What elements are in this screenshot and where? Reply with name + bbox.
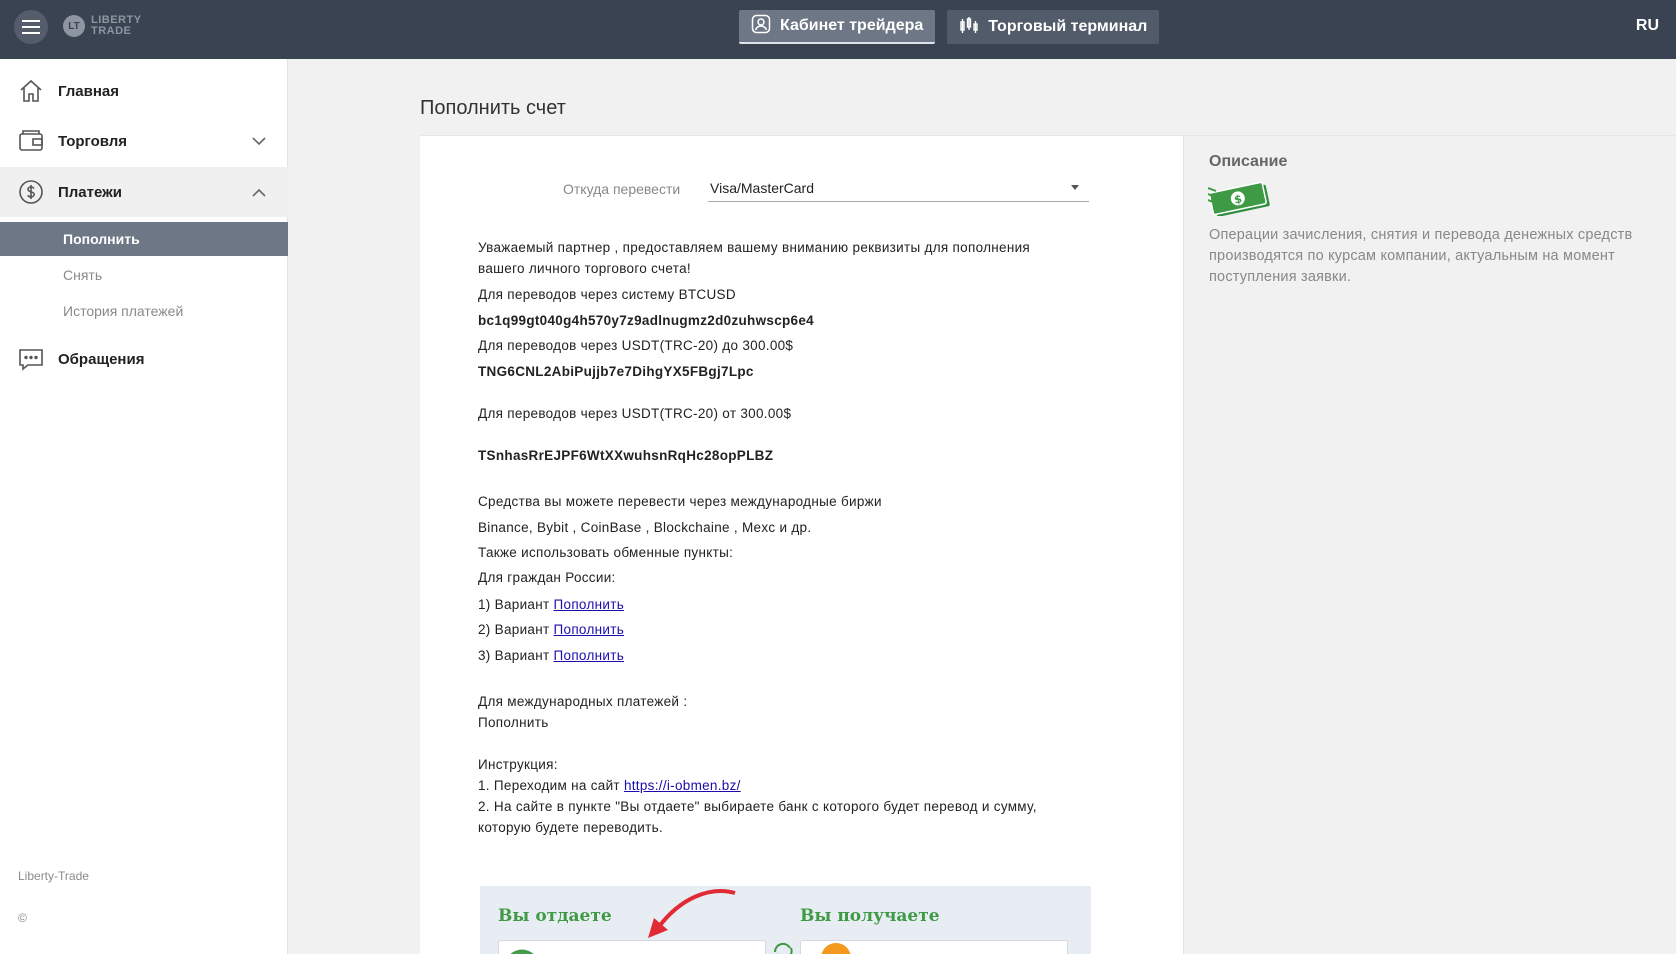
dollar-circle-icon bbox=[17, 178, 45, 206]
exchange-site-link[interactable]: https://i-obmen.bz/ bbox=[624, 778, 741, 793]
tab-trader-cabinet-label: Кабинет трейдера bbox=[780, 17, 924, 34]
chart-candles-icon bbox=[959, 15, 979, 40]
logo[interactable]: LT LIBERTY TRADE bbox=[63, 15, 142, 37]
intro-line-2: вашего личного торгового счета! bbox=[478, 261, 691, 276]
sidebar-subitem-deposit[interactable]: Пополнить bbox=[0, 222, 288, 256]
sidebar-item-label: Главная bbox=[58, 82, 120, 100]
instruction-step-1: 1. Переходим на сайт https://i-obmen.bz/ bbox=[478, 778, 741, 793]
usdt-large-address[interactable]: TSnhasRrEJPF6WtXXwuhsnRqHc28opPLBZ bbox=[478, 448, 773, 463]
deposit-card: Откуда перевести Visa/MasterCard Уважаем… bbox=[420, 135, 1183, 954]
exchangers-line: Также использовать обменные пункты: bbox=[478, 545, 734, 560]
bank-logo-icon bbox=[510, 949, 534, 954]
page-title: Пополнить счет bbox=[420, 97, 566, 119]
source-label: Откуда перевести bbox=[563, 181, 681, 197]
source-select[interactable]: Visa/MasterCard bbox=[708, 174, 1089, 202]
tab-trading-terminal[interactable]: Торговый терминал bbox=[947, 10, 1160, 44]
sidebar-item-label: Платежи bbox=[58, 183, 122, 201]
red-arrow-icon bbox=[648, 889, 736, 938]
caret-down-icon bbox=[1071, 185, 1079, 190]
get-field bbox=[800, 940, 1068, 954]
swap-icon bbox=[773, 942, 793, 954]
exchanges-line-1: Средства вы можете перевести через между… bbox=[478, 494, 882, 509]
give-label: Вы отдаете bbox=[498, 906, 612, 926]
description-panel: Описание $ Операции зачисления, снятия и… bbox=[1183, 135, 1676, 954]
instruction-step-2b: которую будете переводить. bbox=[478, 820, 664, 835]
sidebar-subitem-withdraw[interactable]: Снять bbox=[0, 258, 288, 292]
chat-icon bbox=[17, 345, 45, 373]
variant-3: 3) Вариант Пополнить bbox=[478, 648, 624, 663]
logo-mark: LT bbox=[63, 15, 85, 37]
variant-1: 1) Вариант Пополнить bbox=[478, 597, 624, 612]
variant-1-link[interactable]: Пополнить bbox=[554, 597, 625, 612]
footer-copyright: © bbox=[18, 911, 27, 925]
top-tabs: Кабинет трейдера Торговый терминал bbox=[739, 10, 1160, 44]
sidebar-item-home[interactable]: Главная bbox=[0, 66, 288, 116]
tab-trader-cabinet[interactable]: Кабинет трейдера bbox=[739, 10, 936, 44]
sidebar-item-payments[interactable]: Платежи bbox=[0, 167, 288, 217]
sidebar-item-trading[interactable]: Торговля bbox=[0, 116, 288, 166]
sidebar-item-label: Обращения bbox=[58, 350, 145, 368]
source-select-value: Visa/MasterCard bbox=[710, 179, 815, 196]
variant-3-label: 3) Вариант bbox=[478, 648, 554, 663]
usdt-large-label: Для переводов через USDT(TRC-20) от 300.… bbox=[478, 406, 792, 421]
intl-link[interactable]: Пополнить bbox=[478, 715, 549, 730]
home-icon bbox=[17, 77, 45, 105]
sidebar-subitem-history[interactable]: История платежей bbox=[0, 294, 288, 328]
intro-line-1: Уважаемый партнер , предоставляем вашему… bbox=[478, 240, 1031, 255]
variant-2-label: 2) Вариант bbox=[478, 622, 554, 637]
btc-label: Для переводов через систему BTCUSD bbox=[478, 287, 736, 302]
footer-brand: Liberty-Trade bbox=[18, 869, 89, 883]
usdt-small-address[interactable]: TNG6CNL2AbiPujjb7e7DihgYX5FBgj7Lpc bbox=[478, 364, 754, 379]
intl-line: Для международных платежей : bbox=[478, 694, 688, 709]
give-field bbox=[498, 940, 766, 954]
instruction-title: Инструкция: bbox=[478, 757, 558, 772]
chevron-up-icon[interactable] bbox=[252, 184, 266, 202]
wallet-icon bbox=[17, 127, 45, 155]
description-title: Описание bbox=[1209, 153, 1288, 170]
usdt-small-label: Для переводов через USDT(TRC-20) до 300.… bbox=[478, 338, 794, 353]
get-label: Вы получаете bbox=[800, 906, 940, 926]
bitcoin-icon bbox=[821, 943, 851, 954]
variant-2-link[interactable]: Пополнить bbox=[554, 622, 625, 637]
russia-line: Для граждан России: bbox=[478, 570, 616, 585]
top-bar: LT LIBERTY TRADE Кабинет трейдера Торгов… bbox=[0, 0, 1676, 59]
exchange-screenshot: Вы отдаете Вы получаете bbox=[480, 886, 1091, 954]
sidebar-item-support[interactable]: Обращения bbox=[0, 334, 288, 384]
instruction-step-1-text: 1. Переходим на сайт bbox=[478, 778, 624, 793]
language-switcher[interactable]: RU bbox=[1636, 17, 1659, 35]
sidebar: Главная Торговля Платежи Пополнить Снять… bbox=[0, 59, 288, 954]
variant-3-link[interactable]: Пополнить bbox=[554, 648, 625, 663]
instruction-step-2a: 2. На сайте в пункте "Вы отдаете" выбира… bbox=[478, 799, 1037, 814]
tab-trading-terminal-label: Торговый терминал bbox=[988, 18, 1148, 35]
sidebar-item-label: Торговля bbox=[58, 132, 128, 150]
money-icon: $ bbox=[1207, 181, 1272, 221]
logo-text-bottom: TRADE bbox=[91, 25, 132, 37]
chevron-down-icon[interactable] bbox=[252, 133, 266, 151]
user-icon bbox=[751, 14, 771, 39]
variant-2: 2) Вариант Пополнить bbox=[478, 622, 624, 637]
description-text: Операции зачисления, снятия и перевода д… bbox=[1209, 227, 1633, 285]
btc-address[interactable]: bc1q99gt040g4h570y7z9adlnugmz2d0zuhwscp6… bbox=[478, 313, 814, 328]
exchanges-line-2: Binance, Bybit , CoinBase , Blockchaine … bbox=[478, 520, 812, 535]
variant-1-label: 1) Вариант bbox=[478, 597, 554, 612]
menu-icon[interactable] bbox=[14, 10, 48, 44]
